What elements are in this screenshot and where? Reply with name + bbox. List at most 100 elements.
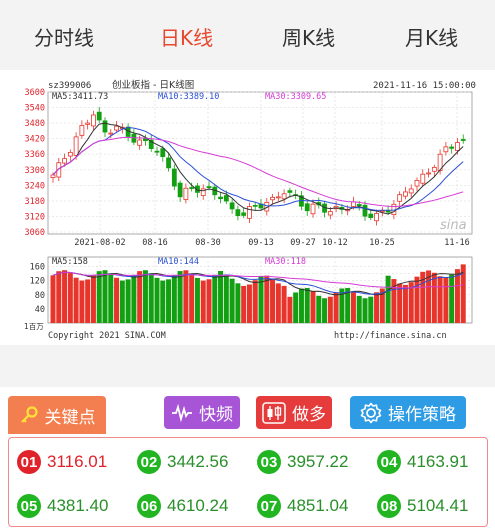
volume-bar bbox=[437, 276, 443, 323]
volume-bar bbox=[183, 270, 189, 323]
price-tick-label: 3240 bbox=[25, 181, 45, 191]
candle-body bbox=[414, 180, 420, 187]
volume-bar bbox=[73, 277, 79, 323]
key-point-number: 03 bbox=[257, 450, 281, 474]
sina-watermark: sina bbox=[440, 218, 467, 233]
volume-bar bbox=[327, 296, 333, 323]
volume-bar bbox=[333, 292, 339, 323]
candle-body bbox=[362, 204, 368, 217]
volume-bar bbox=[200, 280, 206, 323]
volume-bar bbox=[212, 274, 218, 323]
key-point-06: 06 4610.24 bbox=[137, 494, 228, 518]
price-tick-label: 3300 bbox=[25, 166, 45, 176]
tab-daily-k[interactable]: 日K线 bbox=[160, 22, 213, 51]
do-long-button[interactable]: 做多 bbox=[256, 396, 332, 429]
do-long-label: 做多 bbox=[292, 405, 326, 425]
key-point-04: 04 4163.91 bbox=[377, 450, 468, 474]
key-point-number: 04 bbox=[377, 450, 401, 474]
date-tick-label: 09-13 bbox=[248, 238, 274, 248]
volume-bar bbox=[374, 292, 380, 323]
candle-body bbox=[102, 120, 108, 133]
candle-body bbox=[183, 187, 189, 200]
ma10-label: MA10:3389.10 bbox=[158, 92, 219, 102]
volume-bar bbox=[241, 285, 247, 323]
key-point-03: 03 3957.22 bbox=[257, 450, 348, 474]
vol-ma10-label: MA10:144 bbox=[158, 257, 199, 267]
key-point-number: 07 bbox=[257, 494, 281, 518]
date-tick-label: 10-12 bbox=[322, 238, 348, 248]
gear-icon bbox=[360, 402, 382, 423]
volume-bar bbox=[310, 291, 316, 323]
kline-chart[interactable]: sz399006 创业板指 - 日K线图 2021-11-16 15:00:00… bbox=[0, 72, 495, 344]
fast-freq-button[interactable]: 快频 bbox=[164, 396, 240, 429]
vol-tick-label: 120 bbox=[30, 277, 45, 287]
tab-weekly-k[interactable]: 周K线 bbox=[282, 22, 335, 51]
date-tick-label: 08-16 bbox=[142, 238, 168, 248]
vol-tick-label: 80 bbox=[35, 291, 45, 301]
volume-bar bbox=[96, 271, 102, 323]
candle-body bbox=[114, 125, 119, 131]
candle-body bbox=[460, 139, 466, 141]
volume-bar bbox=[119, 280, 125, 323]
vol-unit: 1百万 bbox=[24, 322, 44, 331]
volume-bar bbox=[252, 280, 258, 323]
volume-bar bbox=[298, 288, 304, 323]
fast-freq-label: 快频 bbox=[199, 405, 233, 425]
ma5-label: MA5:3411.73 bbox=[52, 92, 108, 102]
price-tick-label: 3540 bbox=[25, 104, 45, 114]
candle-body bbox=[455, 142, 460, 151]
volume-bar bbox=[431, 272, 437, 323]
kline-chart-svg: sz399006 创业板指 - 日K线图 2021-11-16 15:00:00… bbox=[24, 79, 476, 341]
tab-monthly-k[interactable]: 月K线 bbox=[405, 22, 458, 51]
candle-body bbox=[108, 132, 114, 135]
candle-body bbox=[96, 111, 102, 121]
volume-bar bbox=[218, 270, 224, 323]
volume-bar bbox=[142, 270, 148, 323]
key-point-number: 05 bbox=[17, 494, 41, 518]
chart-datetime: 2021-11-16 15:00:00 bbox=[373, 81, 476, 91]
price-tick-label: 3600 bbox=[25, 88, 45, 98]
candle-body bbox=[379, 210, 385, 213]
key-icon bbox=[20, 406, 38, 423]
date-tick-label: 2021-08-02 bbox=[74, 238, 125, 248]
vol-tick-label: 40 bbox=[35, 305, 45, 315]
volume-bar bbox=[322, 298, 328, 323]
candle-body bbox=[420, 173, 426, 184]
waveform-icon bbox=[172, 403, 192, 422]
key-point-number: 08 bbox=[377, 494, 401, 518]
volume-bar bbox=[90, 275, 96, 323]
candle-body bbox=[166, 157, 171, 169]
strategy-button[interactable]: 操作策略 bbox=[350, 396, 466, 429]
date-tick-label: 09-27 bbox=[290, 238, 316, 248]
candle-body bbox=[275, 196, 281, 199]
key-point-02: 02 3442.56 bbox=[137, 450, 228, 474]
candle-body bbox=[91, 114, 96, 127]
volume-bar bbox=[85, 279, 91, 323]
price-tick-label: 3060 bbox=[25, 228, 45, 238]
price-tick-label: 3360 bbox=[25, 150, 45, 160]
key-point-number: 06 bbox=[137, 494, 161, 518]
key-points-label: 关键点 bbox=[44, 407, 96, 428]
key-point-07: 07 4851.04 bbox=[257, 494, 348, 518]
copyright: Copyright 2021 SINA.COM bbox=[48, 331, 166, 341]
key-point-08: 08 5104.41 bbox=[377, 494, 468, 518]
tab-intraday[interactable]: 分时线 bbox=[34, 22, 94, 51]
key-point-value: 4851.04 bbox=[287, 496, 349, 515]
volume-bar bbox=[293, 292, 299, 323]
period-tabs: 分时线 日K线 周K线 月K线 bbox=[0, 0, 495, 70]
chart-name: 创业板指 - 日K线图 bbox=[112, 79, 194, 91]
price-tick-label: 3180 bbox=[25, 197, 45, 207]
volume-bar bbox=[177, 271, 183, 323]
key-point-value: 4163.91 bbox=[407, 452, 469, 471]
key-point-value: 3442.56 bbox=[167, 452, 229, 471]
volume-bar bbox=[304, 287, 310, 323]
key-points-tab[interactable]: 关键点 bbox=[8, 396, 106, 434]
volume-bar bbox=[443, 277, 449, 323]
key-point-value: 3116.01 bbox=[47, 452, 108, 471]
volume-bar bbox=[449, 274, 455, 323]
volume-bar bbox=[114, 277, 120, 323]
volume-bar bbox=[160, 280, 166, 323]
volume-bar bbox=[402, 284, 408, 323]
candle-body bbox=[408, 188, 414, 194]
volume-bar bbox=[125, 279, 131, 323]
